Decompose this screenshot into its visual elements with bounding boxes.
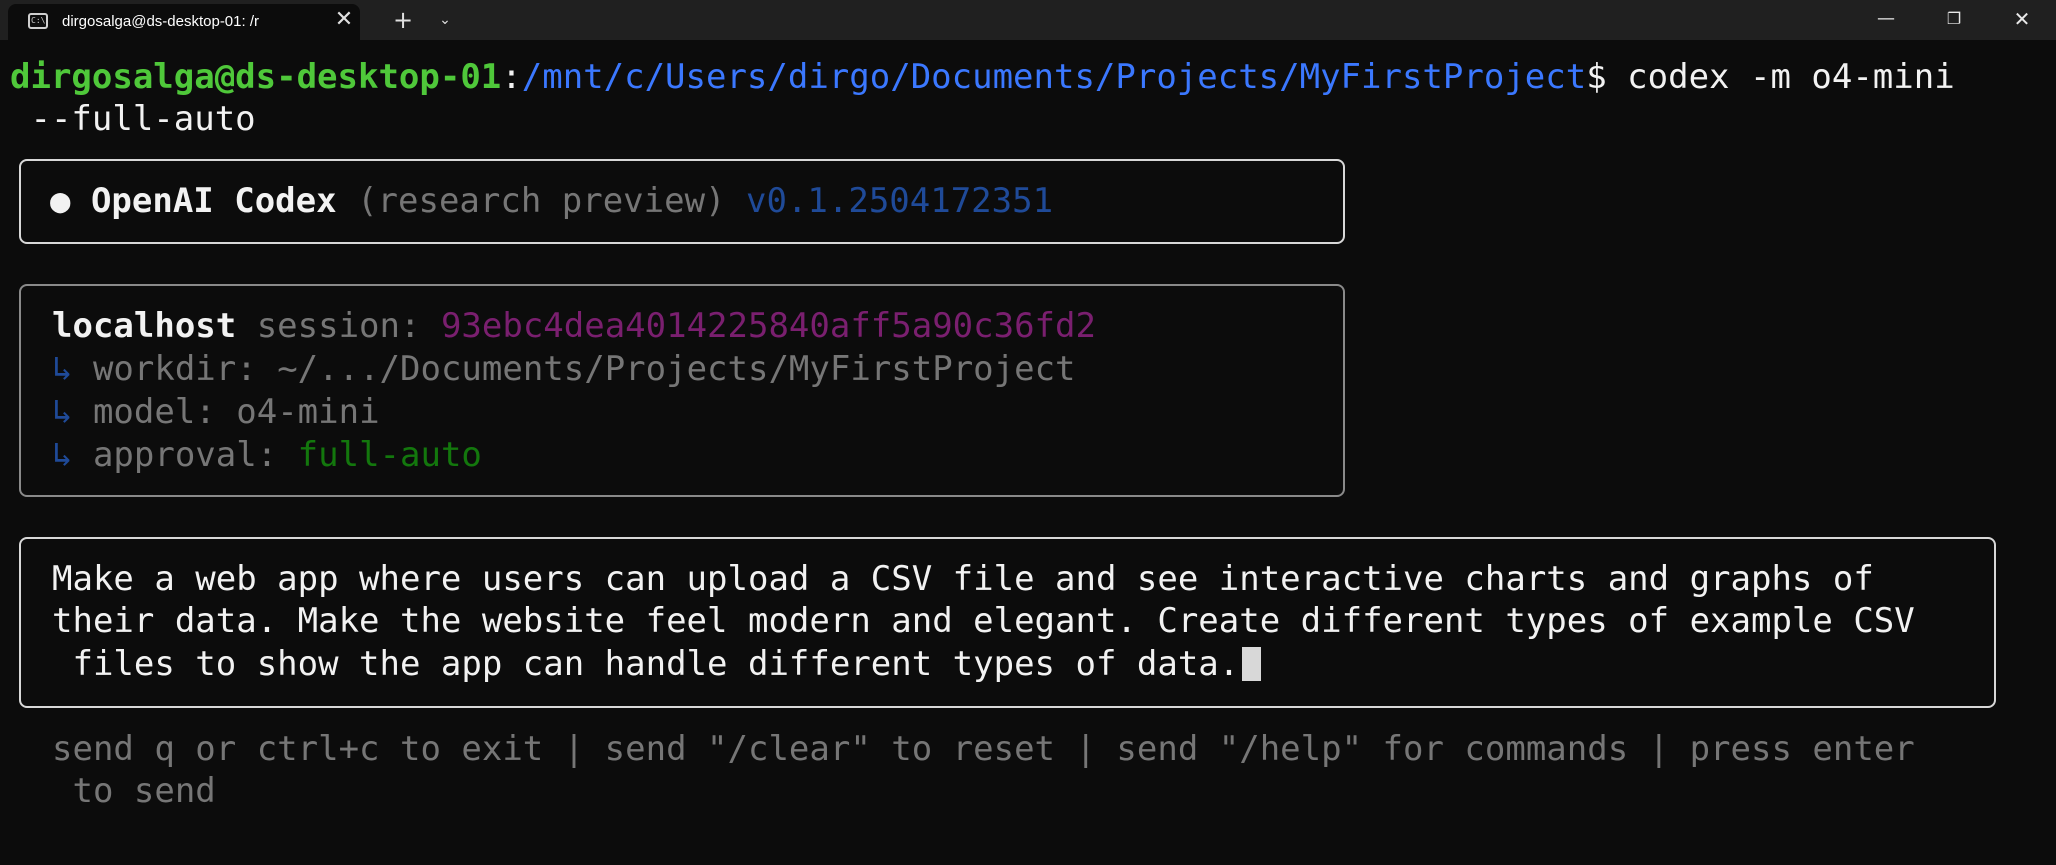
title-bar: C:\ dirgosalga@ds-desktop-01: /r ✕ + ⌄ —…: [0, 0, 2056, 40]
new-tab-icon[interactable]: +: [388, 5, 418, 35]
shell-prompt: dirgosalga@ds-desktop-01:/mnt/c/Users/di…: [10, 56, 1955, 98]
approval-value: full-auto: [297, 435, 482, 475]
status-dot-icon: ●: [50, 181, 71, 221]
command-text: codex -m o4-mini: [1606, 57, 1955, 97]
arrow-icon: ↳: [52, 392, 73, 432]
text-cursor: [1242, 647, 1262, 681]
workdir-label: workdir:: [72, 349, 278, 389]
terminal-tab[interactable]: C:\ dirgosalga@ds-desktop-01: /r ✕: [8, 4, 360, 40]
version-label: v0.1.2504172351: [746, 181, 1054, 221]
chevron-down-icon[interactable]: ⌄: [430, 5, 460, 35]
model-value: o4-mini: [236, 392, 380, 432]
approval-label: approval:: [72, 435, 298, 475]
session-id: 93ebc4dea4014225840aff5a90c36fd2: [440, 306, 1096, 346]
hint-text-line-1: send q or ctrl+c to exit | send "/clear"…: [52, 729, 1915, 769]
session-line: localhost session: 93ebc4dea4014225840af…: [52, 305, 1096, 347]
command-continuation: --full-auto: [10, 99, 256, 139]
prompt-dollar: $: [1586, 57, 1607, 97]
approval-line: ↳ approval: full-auto: [52, 434, 482, 476]
arrow-icon: ↳: [52, 435, 73, 475]
arrow-icon: ↳: [52, 349, 73, 389]
model-line: ↳ model: o4-mini: [52, 391, 380, 433]
tab-title: dirgosalga@ds-desktop-01: /r: [62, 13, 259, 30]
prompt-user-host: dirgosalga@ds-desktop-01: [10, 57, 502, 97]
session-label: session:: [236, 306, 441, 346]
workdir-value: ~/.../Documents/Projects/MyFirstProject: [277, 349, 1076, 389]
close-icon[interactable]: ✕: [1988, 0, 2056, 40]
input-text-line-3-wrap: files to show the app can handle differe…: [52, 643, 1262, 685]
preview-label: (research preview): [357, 181, 746, 221]
tab-close-icon[interactable]: ✕: [330, 6, 358, 34]
codex-header: ● OpenAI Codex (research preview) v0.1.2…: [50, 180, 1053, 222]
prompt-separator: :: [501, 57, 522, 97]
input-text-line-1: Make a web app where users can upload a …: [52, 559, 1874, 599]
model-label: model:: [72, 392, 237, 432]
terminal-icon: C:\: [28, 13, 48, 29]
restore-icon[interactable]: ❐: [1920, 0, 1988, 40]
minimize-icon[interactable]: —: [1852, 0, 1920, 40]
workdir-line: ↳ workdir: ~/.../Documents/Projects/MyFi…: [52, 348, 1076, 390]
host-label: localhost: [52, 306, 237, 346]
input-text-line-2: their data. Make the website feel modern…: [52, 601, 1915, 641]
prompt-path: /mnt/c/Users/dirgo/Documents/Projects/My…: [521, 57, 1587, 97]
hint-text-line-2: to send: [52, 771, 216, 811]
input-text-line-3: files to show the app can handle differe…: [52, 644, 1240, 684]
app-name: OpenAI Codex: [70, 181, 358, 221]
